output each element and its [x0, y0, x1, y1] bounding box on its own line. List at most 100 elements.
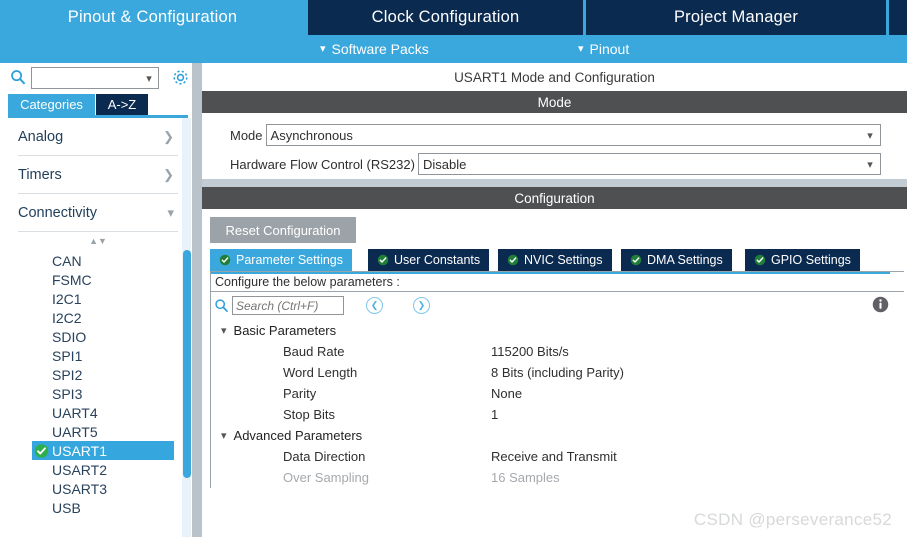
param-row-baud-rate[interactable]: Baud Rate 115200 Bits/s [211, 341, 904, 362]
section-label: Mode [537, 94, 572, 110]
search-input[interactable] [232, 296, 344, 315]
menu-label: Pinout [589, 41, 630, 57]
peripheral-sidebar: ▾ Categories A->Z Analog ❯ Timers ❯ Conn… [0, 63, 196, 537]
peripheral-label: SDIO [52, 328, 87, 345]
list-item[interactable]: SPI2 [8, 365, 188, 384]
param-value: None [491, 386, 523, 401]
tab-tools-partial[interactable] [889, 0, 907, 35]
peripheral-items: CAN FSMC I2C1 I2C2 SDIO SPI1 SPI2 SPI3 U… [8, 251, 188, 517]
caret-up-icon: ▲ [89, 235, 98, 246]
chevron-down-icon: ▾ [221, 325, 227, 337]
hardware-flow-control-select[interactable]: Disable ▾ [417, 153, 881, 175]
list-item[interactable]: I2C1 [8, 289, 188, 308]
tab-a-to-z[interactable]: A->Z [96, 94, 148, 115]
main-tab-bar: Pinout & Configuration Clock Configurati… [0, 0, 907, 35]
chevron-down-icon: ▾ [320, 42, 326, 55]
chevron-right-icon: ❯ [163, 128, 174, 144]
page-title: USART1 Mode and Configuration [202, 63, 907, 91]
chevron-down-icon: ▾ [146, 72, 152, 85]
mode-select[interactable]: Asynchronous ▾ [265, 124, 881, 146]
select-value: Asynchronous [270, 127, 353, 143]
chevron-down-icon: ▾ [867, 129, 873, 142]
splitter-bar[interactable] [192, 63, 202, 537]
list-item[interactable]: I2C2 [8, 308, 188, 327]
tab-user-constants[interactable]: User Constants [368, 249, 490, 271]
tab-dma-settings[interactable]: DMA Settings [621, 249, 732, 271]
tab-label: Pinout & Configuration [67, 8, 238, 26]
list-item[interactable]: SDIO [8, 327, 188, 346]
group-advanced-parameters[interactable]: ▾ Advanced Parameters [211, 425, 904, 446]
peripheral-label: CAN [52, 252, 82, 269]
peripheral-label: I2C1 [52, 290, 82, 307]
tab-label: DMA Settings [647, 253, 723, 267]
sidebar-tab-bar: Categories A->Z [8, 94, 196, 115]
param-row-parity[interactable]: Parity None [211, 383, 904, 404]
check-circle-icon [507, 254, 519, 266]
tab-parameter-settings[interactable]: Parameter Settings [210, 249, 352, 271]
chevron-right-icon: ❯ [163, 166, 174, 182]
peripheral-label: USART3 [52, 480, 107, 497]
peripheral-label: I2C2 [52, 309, 82, 326]
tab-label: GPIO Settings [771, 253, 851, 267]
mode-section-header: Mode [202, 91, 907, 113]
category-label: Connectivity [18, 204, 97, 221]
tab-project-manager[interactable]: Project Manager [586, 0, 886, 35]
configuration-section-header: Configuration [202, 187, 907, 209]
sidebar-item-usart1[interactable]: USART1 [32, 441, 174, 460]
parameter-search-row: ❮ ❯ [211, 292, 904, 319]
category-analog[interactable]: Analog ❯ [18, 118, 178, 156]
category-label: Timers [18, 166, 62, 183]
list-item[interactable]: USART2 [8, 460, 188, 479]
peripheral-label: USB [52, 499, 81, 516]
group-basic-parameters[interactable]: ▾ Basic Parameters [211, 320, 904, 341]
list-item[interactable]: SPI3 [8, 384, 188, 403]
configure-hint-text: Configure the below parameters : [215, 274, 400, 289]
tab-label: User Constants [394, 253, 481, 267]
param-value: 16 Samples [491, 470, 560, 485]
field-mode: Mode Asynchronous ▾ [202, 124, 907, 146]
tab-gpio-settings[interactable]: GPIO Settings [745, 249, 860, 271]
category-connectivity[interactable]: Connectivity ▾ [18, 194, 178, 232]
watermark: CSDN @perseverance52 [693, 510, 892, 529]
tab-clock-configuration[interactable]: Clock Configuration [308, 0, 583, 35]
param-row-word-length[interactable]: Word Length 8 Bits (including Parity) [211, 362, 904, 383]
param-row-data-direction[interactable]: Data Direction Receive and Transmit [211, 446, 904, 467]
peripheral-label: UART4 [52, 404, 98, 421]
mode-section-body: Mode Asynchronous ▾ Hardware Flow Contro… [202, 113, 907, 179]
peripheral-search-combo[interactable]: ▾ [31, 67, 159, 89]
search-icon [10, 69, 26, 85]
list-item[interactable]: UART5 [8, 422, 188, 441]
tab-categories[interactable]: Categories [8, 94, 95, 115]
info-icon[interactable] [872, 296, 889, 313]
param-name: Parity [283, 386, 317, 401]
gear-icon[interactable] [171, 68, 190, 87]
check-circle-icon [219, 254, 231, 266]
scroll-updown-handle[interactable]: ▲ ▼ [8, 232, 188, 250]
chevron-right-circle-icon[interactable]: ❯ [413, 297, 430, 314]
list-item[interactable]: UART4 [8, 403, 188, 422]
chevron-down-icon: ▾ [867, 158, 873, 171]
list-item[interactable]: FSMC [8, 270, 188, 289]
chevron-down-icon: ▾ [167, 204, 174, 220]
tab-pinout-configuration[interactable]: Pinout & Configuration [0, 0, 305, 35]
category-timers[interactable]: Timers ❯ [18, 156, 178, 194]
list-item[interactable]: CAN [8, 251, 188, 270]
list-item[interactable]: USART3 [8, 479, 188, 498]
category-list: Analog ❯ Timers ❯ Connectivity ▾ ▲ ▼ CAN… [8, 118, 188, 537]
param-row-over-sampling: Over Sampling 16 Samples [211, 467, 904, 488]
peripheral-label: UART5 [52, 423, 98, 440]
param-row-stop-bits[interactable]: Stop Bits 1 [211, 404, 904, 425]
chevron-down-icon: ▾ [221, 430, 227, 442]
list-item[interactable]: SPI1 [8, 346, 188, 365]
peripheral-label: USART2 [52, 461, 107, 478]
chevron-left-circle-icon[interactable]: ❮ [366, 297, 383, 314]
sidebar-scrollbar-thumb[interactable] [183, 250, 191, 478]
tab-nvic-settings[interactable]: NVIC Settings [498, 249, 612, 271]
menu-label: Software Packs [331, 41, 429, 57]
reset-configuration-button[interactable]: Reset Configuration [210, 217, 356, 243]
menu-pinout[interactable]: ▾ Pinout [578, 35, 629, 63]
list-item[interactable]: USB [8, 498, 188, 517]
group-label: Basic Parameters [233, 323, 337, 338]
field-label: Hardware Flow Control (RS232) [230, 156, 415, 172]
menu-software-packs[interactable]: ▾ Software Packs [320, 35, 429, 63]
